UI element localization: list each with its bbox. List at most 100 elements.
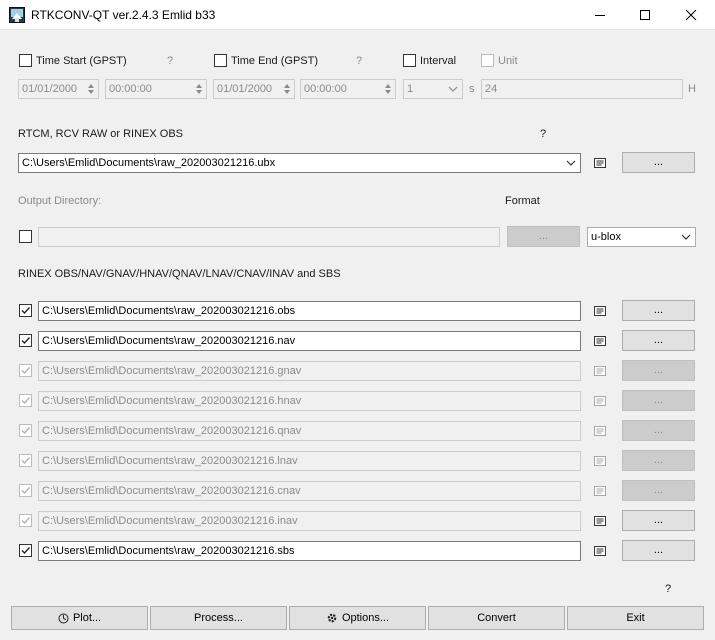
start-date-field[interactable]: 01/01/2000 [18,79,99,99]
rinex-row-checkbox[interactable] [19,424,32,437]
rinex-row-file-field[interactable]: C:\Users\Emlid\Documents\raw_20200302121… [38,331,581,351]
maximize-button[interactable] [622,0,668,30]
rinex-row-browse-button[interactable]: ... [622,450,695,471]
spin-arrows-icon[interactable] [194,82,204,96]
rinex-row-file-field[interactable]: C:\Users\Emlid\Documents\raw_20200302121… [38,361,581,381]
options-label: Options... [341,612,390,624]
view-file-icon[interactable] [594,396,606,406]
rinex-row-browse-button[interactable]: ... [622,330,695,351]
view-file-icon[interactable] [594,486,606,496]
checkmark-icon [21,307,31,315]
rinex-row-checkbox[interactable] [19,484,32,497]
interval-label: Interval [420,55,457,67]
rinex-label: RINEX OBS/NAV/GNAV/HNAV/QNAV/LNAV/CNAV/I… [18,268,341,280]
plot-icon [58,613,69,623]
checkmark-icon [21,427,31,435]
footer-help[interactable]: ? [665,583,671,595]
interval-checkbox[interactable] [403,54,416,67]
checkmark-icon [21,397,31,405]
rinex-row-browse-button[interactable]: ... [622,360,695,381]
gear-icon [327,613,337,623]
checkmark-icon [21,367,31,375]
time-end-help[interactable]: ? [356,55,362,67]
output-directory-checkbox[interactable] [19,230,32,243]
view-file-icon[interactable] [594,158,606,168]
time-start-help[interactable]: ? [167,55,173,67]
rinex-row-file-field[interactable]: C:\Users\Emlid\Documents\raw_20200302121… [38,451,581,471]
input-browse-button[interactable]: ... [622,152,695,173]
time-start-checkbox[interactable] [19,54,32,67]
view-file-icon[interactable] [594,426,606,436]
rinex-row-browse-button[interactable]: ... [622,390,695,411]
rinex-row-checkbox[interactable] [19,544,32,557]
view-file-icon[interactable] [594,366,606,376]
process-button[interactable]: Process... [150,606,287,630]
rinex-row-file-field[interactable]: C:\Users\Emlid\Documents\raw_20200302121… [38,421,581,441]
rinex-row-checkbox[interactable] [19,454,32,467]
time-end-label: Time End (GPST) [231,55,318,67]
exit-button[interactable]: Exit [567,606,704,630]
unit-value: 24 [485,83,498,95]
rinex-row-checkbox[interactable] [19,334,32,347]
chevron-down-icon [448,86,458,92]
unit-suffix-label: H [688,83,696,95]
view-file-icon[interactable] [594,516,606,526]
input-file-combo[interactable]: C:\Users\Emlid\Documents\raw_20200302121… [18,153,581,173]
format-label: Format [505,195,540,207]
process-label: Process... [194,612,243,624]
unit-field[interactable]: 24 [481,79,683,99]
view-file-icon[interactable] [594,456,606,466]
interval-unit-label: s [469,83,475,95]
rinex-row-checkbox[interactable] [19,514,32,527]
rinex-row-browse-button[interactable]: ... [622,480,695,501]
checkmark-icon [21,457,31,465]
input-help[interactable]: ? [540,128,546,140]
rinex-row-browse-button[interactable]: ... [622,540,695,561]
rinex-row-file-field[interactable]: C:\Users\Emlid\Documents\raw_20200302121… [38,541,581,561]
input-file-value: C:\Users\Emlid\Documents\raw_20200302121… [22,157,276,169]
rinex-row-browse-button[interactable]: ... [622,420,695,441]
exit-label: Exit [626,612,645,624]
start-time-value: 00:00:00 [109,83,152,95]
maximize-icon [640,10,650,20]
format-select[interactable]: u-blox [587,227,696,247]
chevron-down-icon[interactable] [566,158,576,168]
rinex-row-checkbox[interactable] [19,364,32,377]
start-time-field[interactable]: 00:00:00 [105,79,207,99]
minimize-button[interactable] [577,0,623,30]
view-file-icon[interactable] [594,306,606,316]
unit-label: Unit [498,55,518,67]
output-browse-button[interactable]: ... [507,226,580,247]
options-button[interactable]: Options... [289,606,426,630]
rinex-row-checkbox[interactable] [19,394,32,407]
end-time-field[interactable]: 00:00:00 [300,79,396,99]
convert-label: Convert [477,612,516,624]
output-directory-field[interactable] [38,227,500,247]
interval-select[interactable]: 1 [403,79,463,99]
rinex-row-file-field[interactable]: C:\Users\Emlid\Documents\raw_20200302121… [38,391,581,411]
end-date-value: 01/01/2000 [217,83,273,95]
time-end-checkbox[interactable] [214,54,227,67]
interval-value: 1 [407,83,414,95]
unit-checkbox[interactable] [481,54,494,67]
convert-button[interactable]: Convert [428,606,565,630]
rinex-row-file-field[interactable]: C:\Users\Emlid\Documents\raw_20200302121… [38,511,581,531]
plot-button[interactable]: Plot... [11,606,148,630]
title-bar: RTKCONV-QT ver.2.4.3 Emlid b33 [0,0,715,30]
rinex-row-browse-button[interactable]: ... [622,510,695,531]
view-file-icon[interactable] [594,336,606,346]
rinex-row-file-field[interactable]: C:\Users\Emlid\Documents\raw_20200302121… [38,301,581,321]
spin-arrows-icon[interactable] [282,82,292,96]
spin-arrows-icon[interactable] [383,82,393,96]
view-file-icon[interactable] [594,546,606,556]
spin-arrows-icon[interactable] [86,82,96,96]
end-date-field[interactable]: 01/01/2000 [213,79,295,99]
rinex-row-file-field[interactable]: C:\Users\Emlid\Documents\raw_20200302121… [38,481,581,501]
rinex-row-checkbox[interactable] [19,304,32,317]
start-date-value: 01/01/2000 [22,83,78,95]
checkmark-icon [21,517,31,525]
close-button[interactable] [668,0,714,30]
input-label: RTCM, RCV RAW or RINEX OBS [18,128,184,140]
rinex-row-browse-button[interactable]: ... [622,300,695,321]
checkmark-icon [21,487,31,495]
